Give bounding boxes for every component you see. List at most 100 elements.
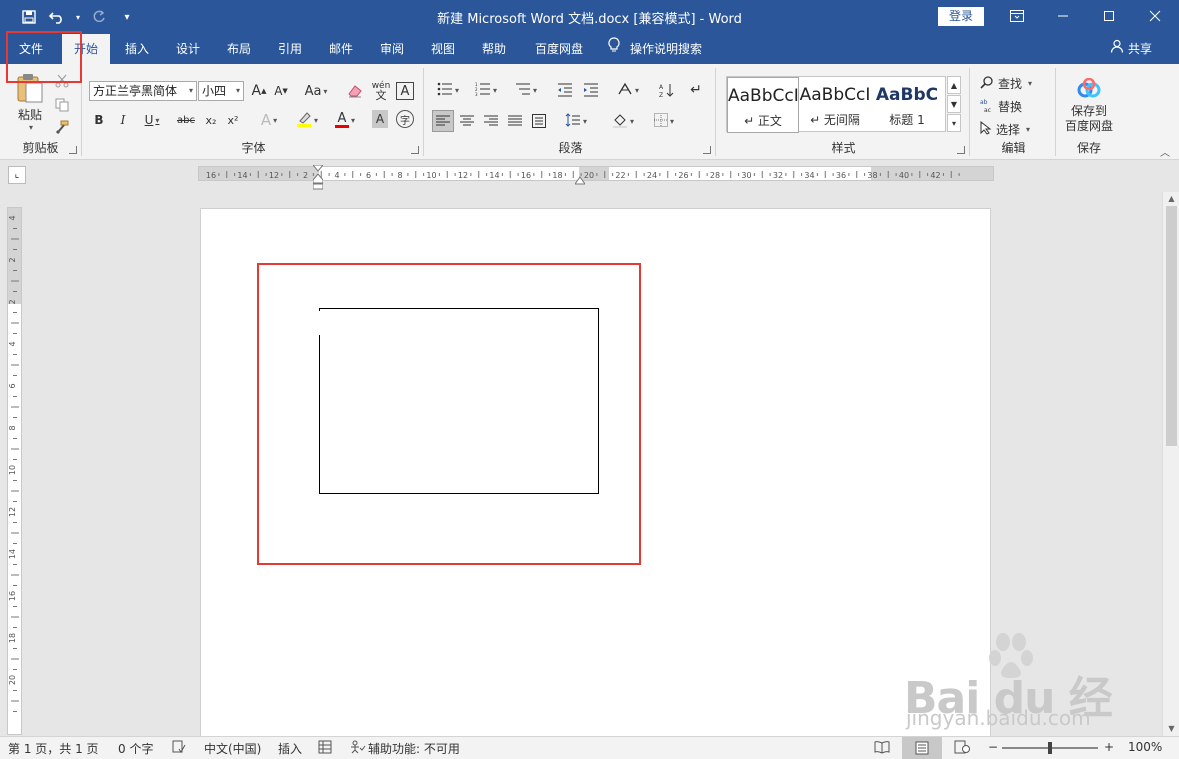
- increase-indent-icon[interactable]: [580, 80, 602, 100]
- redo-icon[interactable]: [88, 6, 110, 28]
- tab-selector-icon[interactable]: ⌞: [8, 166, 26, 184]
- strikethrough-button[interactable]: abc: [176, 110, 196, 130]
- customize-qat-icon[interactable]: ▾: [116, 6, 138, 28]
- share-button[interactable]: 共享: [1110, 34, 1152, 64]
- tab-references[interactable]: 引用: [267, 34, 313, 64]
- font-size-dropdown-icon[interactable]: ▾: [236, 82, 240, 100]
- paragraph-launcher-icon[interactable]: [703, 146, 711, 154]
- multilevel-list-button[interactable]: ▾: [508, 80, 544, 100]
- minimize-icon[interactable]: [1050, 4, 1076, 28]
- styles-more-icon[interactable]: ▾: [947, 114, 961, 132]
- underline-button[interactable]: U ▾: [138, 110, 166, 130]
- grow-font-icon[interactable]: A ▲: [250, 81, 268, 101]
- numbering-button[interactable]: 1 2 3 ▾: [470, 80, 502, 100]
- ribbon-display-options-icon[interactable]: [1004, 4, 1030, 28]
- read-mode-icon[interactable]: [874, 740, 890, 757]
- decrease-indent-icon[interactable]: [554, 80, 576, 100]
- tell-me-search[interactable]: 操作说明搜索: [608, 34, 702, 64]
- highlight-color-button[interactable]: ▾: [290, 110, 324, 130]
- distributed-icon[interactable]: [528, 110, 550, 132]
- character-border-icon[interactable]: A: [396, 82, 414, 100]
- tab-insert[interactable]: 插入: [114, 34, 160, 64]
- superscript-button[interactable]: x²: [224, 110, 242, 130]
- align-right-icon[interactable]: [480, 110, 502, 132]
- zoom-in-button[interactable]: +: [1104, 740, 1114, 754]
- accessibility-status[interactable]: 辅助功能: 不可用: [350, 740, 460, 757]
- copy-icon[interactable]: [52, 96, 72, 114]
- replace-button[interactable]: ab ac 替换: [980, 95, 1052, 117]
- chinese-layout-button[interactable]: ▾: [612, 80, 644, 100]
- eraser-icon[interactable]: [346, 81, 364, 101]
- italic-button[interactable]: I: [114, 110, 132, 130]
- insert-mode[interactable]: 插入: [278, 740, 302, 757]
- undo-icon[interactable]: [46, 6, 68, 28]
- zoom-level[interactable]: 100%: [1128, 740, 1162, 754]
- borders-button[interactable]: ▾: [648, 110, 680, 132]
- close-icon[interactable]: [1142, 4, 1168, 28]
- collapse-ribbon-icon[interactable]: ︿: [1158, 144, 1172, 159]
- style-normal[interactable]: AaBbCcI ↵ 正文: [727, 77, 799, 133]
- print-layout-icon[interactable]: [902, 737, 942, 759]
- right-indent-marker[interactable]: [574, 174, 586, 185]
- subscript-button[interactable]: x₂: [202, 110, 220, 130]
- vertical-scrollbar[interactable]: ▲ ▼: [1162, 192, 1179, 736]
- character-shading-icon[interactable]: A: [372, 110, 388, 128]
- bullets-button[interactable]: ▾: [432, 80, 464, 100]
- phonetic-guide-icon[interactable]: wén 文: [370, 81, 392, 102]
- tab-review[interactable]: 审阅: [369, 34, 415, 64]
- scroll-up-icon[interactable]: ▲: [1163, 192, 1179, 206]
- enclose-characters-icon[interactable]: 字: [396, 110, 414, 128]
- style-no-spacing[interactable]: AaBbCcI ↵ 无间隔: [799, 77, 871, 133]
- shrink-font-icon[interactable]: A ▼: [272, 81, 290, 101]
- format-painter-icon[interactable]: [52, 118, 72, 136]
- macro-icon[interactable]: [318, 740, 332, 757]
- left-indent-marker[interactable]: [312, 173, 324, 190]
- shading-button[interactable]: ▾: [606, 110, 640, 132]
- align-left-icon[interactable]: [432, 110, 454, 132]
- zoom-slider-thumb[interactable]: [1048, 742, 1052, 754]
- undo-dropdown-icon[interactable]: ▾: [74, 6, 82, 28]
- bold-button[interactable]: B: [90, 110, 108, 130]
- save-to-baidu-button[interactable]: 保存到 百度网盘: [1060, 74, 1118, 138]
- scroll-thumb[interactable]: [1166, 206, 1177, 446]
- font-color-button[interactable]: A ▾: [330, 110, 360, 130]
- maximize-icon[interactable]: [1096, 4, 1122, 28]
- text-effects-button[interactable]: A ▾: [254, 110, 284, 130]
- styles-scroll-up-icon[interactable]: ▲: [947, 76, 961, 94]
- select-button[interactable]: 选择 ▾: [980, 118, 1052, 140]
- save-icon[interactable]: [18, 6, 40, 28]
- tab-view[interactable]: 视图: [420, 34, 466, 64]
- tab-design[interactable]: 设计: [165, 34, 211, 64]
- clipboard-launcher-icon[interactable]: [69, 146, 77, 154]
- sort-icon[interactable]: AZ: [656, 80, 676, 100]
- web-layout-icon[interactable]: [954, 740, 970, 757]
- tab-baidu-netdisk[interactable]: 百度网盘: [524, 34, 594, 64]
- font-launcher-icon[interactable]: [411, 146, 419, 154]
- justify-icon[interactable]: [504, 110, 526, 132]
- font-name-dropdown-icon[interactable]: ▾: [189, 82, 193, 100]
- line-spacing-button[interactable]: ▾: [560, 110, 592, 132]
- vertical-ruler[interactable]: 4 2 2 4 6 8 10 12 14 16 18 20: [7, 207, 22, 735]
- styles-launcher-icon[interactable]: [957, 146, 965, 154]
- editing-group-label: 编辑: [1001, 141, 1026, 155]
- show-marks-icon[interactable]: ↵: [688, 80, 704, 100]
- zoom-out-button[interactable]: −: [988, 740, 998, 754]
- tab-mailings[interactable]: 邮件: [318, 34, 364, 64]
- font-name-combo[interactable]: 方正兰亭黑简体 ▾: [89, 81, 197, 101]
- find-button[interactable]: 查找 ▾: [980, 72, 1052, 94]
- page-count[interactable]: 第 1 页，共 1 页: [8, 740, 99, 757]
- font-size-combo[interactable]: 小四 ▾: [198, 81, 244, 101]
- styles-scroll-down-icon[interactable]: ▼: [947, 95, 961, 113]
- proofing-icon[interactable]: [172, 740, 186, 757]
- signin-button[interactable]: 登录: [938, 7, 984, 26]
- align-center-icon[interactable]: [456, 110, 478, 132]
- change-case-button[interactable]: Aa ▾: [300, 81, 332, 101]
- scroll-down-icon[interactable]: ▼: [1163, 722, 1179, 736]
- tab-layout[interactable]: 布局: [216, 34, 262, 64]
- language-status[interactable]: 中文(中国): [204, 740, 261, 757]
- paste-dropdown-icon[interactable]: ▾: [29, 123, 33, 132]
- first-line-indent-marker[interactable]: [311, 162, 325, 172]
- word-count[interactable]: 0 个字: [118, 740, 153, 757]
- tab-help[interactable]: 帮助: [471, 34, 517, 64]
- style-heading-1[interactable]: AaBbC 标题 1: [871, 77, 943, 133]
